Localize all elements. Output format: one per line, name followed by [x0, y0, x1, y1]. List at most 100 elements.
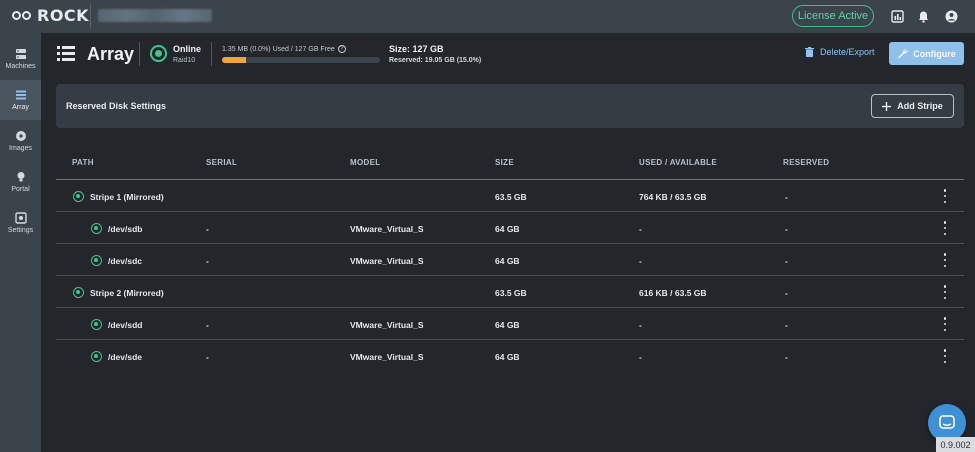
cell-reserved: - — [785, 224, 788, 234]
cell-used-available: - — [639, 352, 642, 362]
usage-text: 1.35 MB (0.0%) Used / 127 GB Free — [222, 45, 335, 53]
online-status-icon — [91, 255, 102, 266]
delete-export-button[interactable]: Delete/Export — [805, 47, 875, 57]
usage-progress-fill — [222, 57, 246, 63]
row-menu-icon[interactable] — [942, 285, 948, 299]
row-menu-icon[interactable] — [942, 221, 948, 235]
cell-used-available: 616 KB / 63.5 GB — [639, 288, 707, 298]
cell-path: /dev/sdb — [108, 224, 143, 234]
reserved-disk-settings-panel: Reserved Disk Settings Add Stripe — [56, 84, 964, 128]
sidebar-item-label: Images — [9, 145, 32, 152]
wrench-icon — [898, 48, 908, 59]
cell-reserved: - — [785, 352, 788, 362]
sidebar-item-settings[interactable]: Settings — [0, 203, 41, 243]
table-row-stripe[interactable]: Stripe 1 (Mirrored) 63.5 GB 764 KB / 63.… — [56, 180, 964, 212]
array-table: PATH SERIAL MODEL SIZE USED / AVAILABLE … — [56, 148, 964, 372]
sidebar-item-label: Machines — [5, 63, 36, 70]
cell-used-available: - — [639, 256, 642, 266]
dashboard-icon[interactable] — [889, 8, 905, 24]
online-status-icon — [150, 45, 167, 62]
sidebar: Machines Array Images Portal Settings — [0, 33, 41, 452]
sidebar-item-label: Portal — [11, 186, 30, 193]
cell-size: 64 GB — [495, 256, 520, 266]
column-header-size[interactable]: SIZE — [495, 158, 514, 167]
row-menu-icon[interactable] — [942, 349, 948, 363]
add-stripe-label: Add Stripe — [897, 101, 943, 111]
cell-reserved: - — [785, 288, 788, 298]
cell-serial: - — [206, 352, 209, 362]
configure-label: Configure — [913, 48, 956, 59]
sidebar-item-machines[interactable]: Machines — [0, 39, 41, 79]
usage-progress-bar — [222, 57, 380, 63]
lightbulb-icon — [17, 172, 24, 182]
array-list-icon — [15, 90, 26, 100]
array-size: Size: 127 GB — [389, 44, 444, 54]
sidebar-item-array[interactable]: Array — [0, 80, 41, 120]
help-icon[interactable]: ? — [337, 45, 346, 53]
array-header-icon — [57, 46, 75, 66]
trash-icon — [805, 47, 814, 57]
online-status-icon — [91, 319, 102, 330]
cell-path: /dev/sdd — [108, 320, 143, 330]
logo-text: ROCK — [37, 6, 90, 25]
row-menu-icon[interactable] — [942, 253, 948, 267]
logo-mark-icon — [12, 11, 31, 20]
user-account-icon[interactable] — [943, 8, 959, 24]
delete-export-label: Delete/Export — [820, 47, 875, 57]
cell-serial: - — [206, 224, 209, 234]
table-row-disk[interactable]: /dev/sdc - VMware_Virtual_S 64 GB - - — [56, 244, 964, 276]
cell-path: /dev/sdc — [108, 256, 143, 266]
column-header-reserved[interactable]: RESERVED — [783, 158, 829, 167]
cell-size: 63.5 GB — [495, 288, 527, 298]
settings-gear-icon — [14, 212, 27, 224]
notifications-bell-icon[interactable] — [915, 8, 931, 24]
online-status-icon — [91, 351, 102, 362]
cell-size: 64 GB — [495, 352, 520, 362]
top-bar: ROCK License Active — [0, 0, 975, 33]
version-badge: 0.9.002 — [936, 437, 975, 452]
row-menu-icon[interactable] — [942, 317, 948, 331]
chat-bubble-icon — [939, 415, 955, 429]
table-row-disk[interactable]: /dev/sdd - VMware_Virtual_S 64 GB - - — [56, 308, 964, 340]
cell-serial: - — [206, 256, 209, 266]
cell-size: 64 GB — [495, 224, 520, 234]
logo-divider — [90, 4, 91, 28]
online-status-icon — [73, 287, 84, 298]
column-header-used-available[interactable]: USED / AVAILABLE — [639, 158, 717, 167]
table-row-stripe[interactable]: Stripe 2 (Mirrored) 63.5 GB 616 KB / 63.… — [56, 276, 964, 308]
page-title: Array — [87, 44, 135, 64]
row-menu-icon[interactable] — [942, 189, 948, 203]
cell-path: Stripe 1 (Mirrored) — [90, 192, 164, 202]
usage-summary: 1.35 MB (0.0%) Used / 127 GB Free ? — [222, 45, 346, 53]
configure-button[interactable]: Configure — [889, 42, 964, 65]
online-status-icon — [73, 191, 84, 202]
sidebar-item-label: Settings — [7, 227, 34, 234]
cell-model: VMware_Virtual_S — [350, 224, 424, 234]
table-header: PATH SERIAL MODEL SIZE USED / AVAILABLE … — [56, 148, 964, 180]
cell-path: /dev/sde — [108, 352, 143, 362]
sidebar-item-images[interactable]: Images — [0, 121, 41, 161]
cell-size: 63.5 GB — [495, 192, 527, 202]
table-row-disk[interactable]: /dev/sdb - VMware_Virtual_S 64 GB - - — [56, 212, 964, 244]
column-header-path[interactable]: PATH — [72, 158, 94, 167]
cell-used-available: - — [639, 320, 642, 330]
column-header-model[interactable]: MODEL — [350, 158, 380, 167]
column-header-serial[interactable]: SERIAL — [206, 158, 237, 167]
add-stripe-button[interactable]: Add Stripe — [871, 94, 954, 118]
license-active-badge[interactable]: License Active — [792, 5, 874, 27]
cell-used-available: - — [639, 224, 642, 234]
disc-icon — [15, 131, 26, 141]
sidebar-item-portal[interactable]: Portal — [0, 162, 41, 202]
cell-path: Stripe 2 (Mirrored) — [90, 288, 164, 298]
cell-model: VMware_Virtual_S — [350, 256, 424, 266]
cell-used-available: 764 KB / 63.5 GB — [639, 192, 707, 202]
plus-icon — [882, 101, 892, 111]
app-logo[interactable]: ROCK — [12, 6, 89, 25]
cell-serial: - — [206, 320, 209, 330]
table-row-disk[interactable]: /dev/sde - VMware_Virtual_S 64 GB - - — [56, 340, 964, 372]
cell-model: VMware_Virtual_S — [350, 320, 424, 330]
online-status-icon — [91, 223, 102, 234]
array-status: Online — [173, 44, 202, 54]
cell-reserved: - — [785, 192, 788, 202]
redacted-account-name — [98, 9, 212, 22]
